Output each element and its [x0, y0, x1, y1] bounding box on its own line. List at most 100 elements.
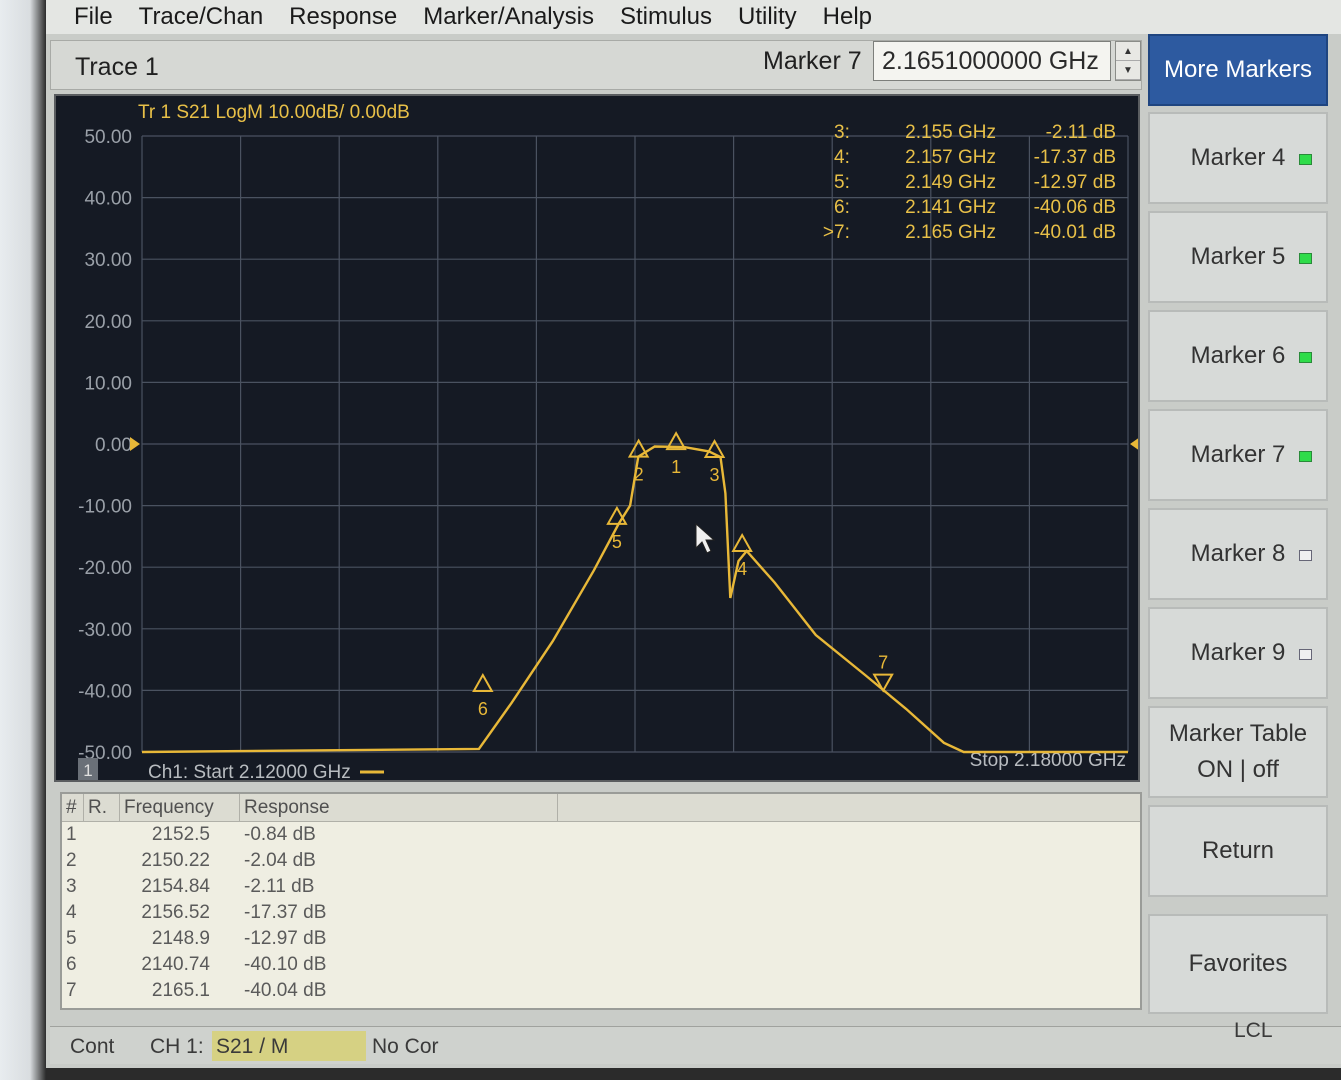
menu-trace-chan[interactable]: Trace/Chan [139, 3, 264, 31]
row-frequency: 2154.84 [141, 876, 210, 897]
table-row[interactable]: 7 2165.1 -40.04 dB [62, 978, 1140, 1004]
marker-frequency-spinner[interactable]: ▲ ▼ [1115, 41, 1141, 81]
readout-frequency: 2.155 GHz [905, 121, 996, 143]
trace-header-label: Tr 1 S21 LogM 10.00dB/ 0.00dB [138, 102, 410, 123]
marker-triangle-icon [731, 532, 753, 552]
table-row[interactable]: 1 2152.5 -0.84 dB [62, 822, 1140, 848]
marker-table-toggle-softkey[interactable]: Marker Table ON | off [1148, 706, 1328, 798]
row-number: 2 [66, 850, 77, 871]
marker-triangle-icon [872, 673, 894, 693]
marker-on-indicator-icon [1299, 451, 1312, 462]
row-response: -40.10 dB [244, 954, 327, 975]
y-tick-label: -20.00 [78, 558, 132, 579]
table-row[interactable]: 5 2148.9 -12.97 dB [62, 926, 1140, 952]
channel-badge-label: 1 [83, 761, 92, 780]
softkey-label: Marker 6 [1190, 342, 1286, 369]
y-tick-label: 20.00 [84, 312, 132, 333]
marker-triangle-icon [627, 438, 650, 458]
marker-number-label: 5 [612, 532, 622, 552]
more-markers-softkey[interactable]: More Markers [1148, 34, 1328, 106]
row-response: -40.04 dB [244, 980, 327, 1001]
reference-level-arrow-icon [1130, 438, 1138, 450]
readout-marker-id: 7: [834, 221, 850, 243]
marker-7-softkey[interactable]: Marker 7 [1148, 409, 1328, 501]
menu-marker-analysis[interactable]: Marker/Analysis [423, 3, 594, 31]
marker-readout-row: 5: 2.149 GHz -12.97 dB [816, 170, 1126, 195]
mouse-pointer-icon [695, 522, 716, 554]
readout-marker-id: 4: [834, 146, 850, 168]
marker-number-label: 6 [478, 699, 488, 719]
row-frequency: 2148.9 [151, 928, 210, 949]
softkey-label: Marker 9 [1190, 639, 1286, 666]
return-softkey[interactable]: Return [1148, 805, 1328, 897]
y-tick-label: 30.00 [84, 250, 132, 271]
sweep-mode-status[interactable]: Cont [70, 1035, 114, 1059]
analyzer-screen: File Trace/Chan Response Marker/Analysis… [46, 0, 1341, 1068]
readout-value: -2.11 dB [1045, 121, 1116, 143]
marker-number-label: 1 [671, 457, 681, 477]
marker-6-softkey[interactable]: Marker 6 [1148, 310, 1328, 402]
readout-value: -40.06 dB [1033, 196, 1116, 218]
column-frequency[interactable]: Frequency [120, 794, 240, 821]
table-row[interactable]: 4 2156.52 -17.37 dB [62, 900, 1140, 926]
marker-9-softkey[interactable]: Marker 9 [1148, 607, 1328, 699]
marker-readout-row: 4: 2.157 GHz -17.37 dB [816, 145, 1126, 170]
table-row[interactable]: 6 2140.74 -40.10 dB [62, 952, 1140, 978]
menu-bar: File Trace/Chan Response Marker/Analysis… [46, 0, 1341, 34]
readout-frequency: 2.165 GHz [905, 221, 996, 243]
row-frequency: 2150.22 [141, 850, 210, 871]
softkey-label: Marker 7 [1190, 441, 1286, 468]
y-tick-label: 40.00 [84, 189, 132, 210]
marker-on-indicator-icon [1299, 253, 1312, 264]
measurement-status[interactable]: S21 / M [216, 1035, 288, 1059]
correction-status[interactable]: No Cor [372, 1035, 439, 1059]
trace-plot[interactable]: 50.00 40.00 30.00 20.00 10.00 0.00 -10.00 -20.0… [54, 94, 1140, 782]
favorites-softkey[interactable]: Favorites [1148, 914, 1328, 1014]
marker-readout: 3: 2.155 GHz -2.11 dB 4: 2.157 GHz -17.3… [816, 120, 1126, 245]
marker-frequency-input[interactable] [873, 41, 1111, 81]
marker-off-indicator-icon [1299, 550, 1312, 561]
readout-frequency: 2.157 GHz [905, 146, 996, 168]
row-frequency: 2156.52 [141, 902, 210, 923]
marker-triangle-icon [472, 672, 494, 693]
column-reference[interactable]: R. [84, 794, 120, 821]
marker-on-indicator-icon [1299, 352, 1312, 363]
readout-value: -17.37 dB [1033, 146, 1116, 168]
menu-response[interactable]: Response [289, 3, 397, 31]
y-tick-label: 0.00 [95, 435, 132, 456]
marker-readout-row: > 7: 2.165 GHz -40.01 dB [816, 220, 1126, 245]
readout-marker-id: 3: [834, 121, 850, 143]
softkey-label: Return [1201, 837, 1275, 864]
menu-utility[interactable]: Utility [738, 3, 797, 31]
marker-off-indicator-icon [1299, 649, 1312, 660]
softkey-label: More Markers [1163, 56, 1313, 83]
row-frequency: 2140.74 [141, 954, 210, 975]
marker-5-softkey[interactable]: Marker 5 [1148, 211, 1328, 303]
active-trace-label[interactable]: Trace 1 [75, 53, 159, 82]
table-row[interactable]: 3 2154.84 -2.11 dB [62, 874, 1140, 900]
marker-number-label: 7 [878, 653, 888, 673]
row-response: -2.04 dB [244, 850, 316, 871]
table-row[interactable]: 2 2150.22 -2.04 dB [62, 848, 1140, 874]
active-marker-label: Marker 7 [763, 47, 862, 75]
marker-8-softkey[interactable]: Marker 8 [1148, 508, 1328, 600]
marker-on-indicator-icon [1299, 154, 1312, 165]
spin-up-icon[interactable]: ▲ [1116, 42, 1140, 61]
row-number: 1 [66, 824, 77, 845]
column-number[interactable]: # [62, 794, 84, 821]
y-tick-label: 50.00 [84, 127, 132, 148]
status-bar: Cont CH 1: S21 / M No Cor LCL [50, 1019, 1341, 1064]
spin-down-icon[interactable]: ▼ [1116, 61, 1140, 80]
menu-help[interactable]: Help [823, 3, 872, 31]
row-number: 3 [66, 876, 77, 897]
start-frequency-label: Ch1: Start 2.12000 GHz [148, 762, 351, 780]
active-marker-indicator: > [822, 221, 834, 243]
row-frequency: 2165.1 [151, 980, 210, 1001]
marker-4-softkey[interactable]: Marker 4 [1148, 112, 1328, 204]
row-number: 4 [66, 902, 77, 923]
marker-readout-row: 6: 2.141 GHz -40.06 dB [816, 195, 1126, 220]
menu-stimulus[interactable]: Stimulus [620, 3, 712, 31]
column-response[interactable]: Response [240, 794, 558, 821]
softkey-label: Marker 4 [1190, 144, 1286, 171]
menu-file[interactable]: File [74, 3, 113, 31]
